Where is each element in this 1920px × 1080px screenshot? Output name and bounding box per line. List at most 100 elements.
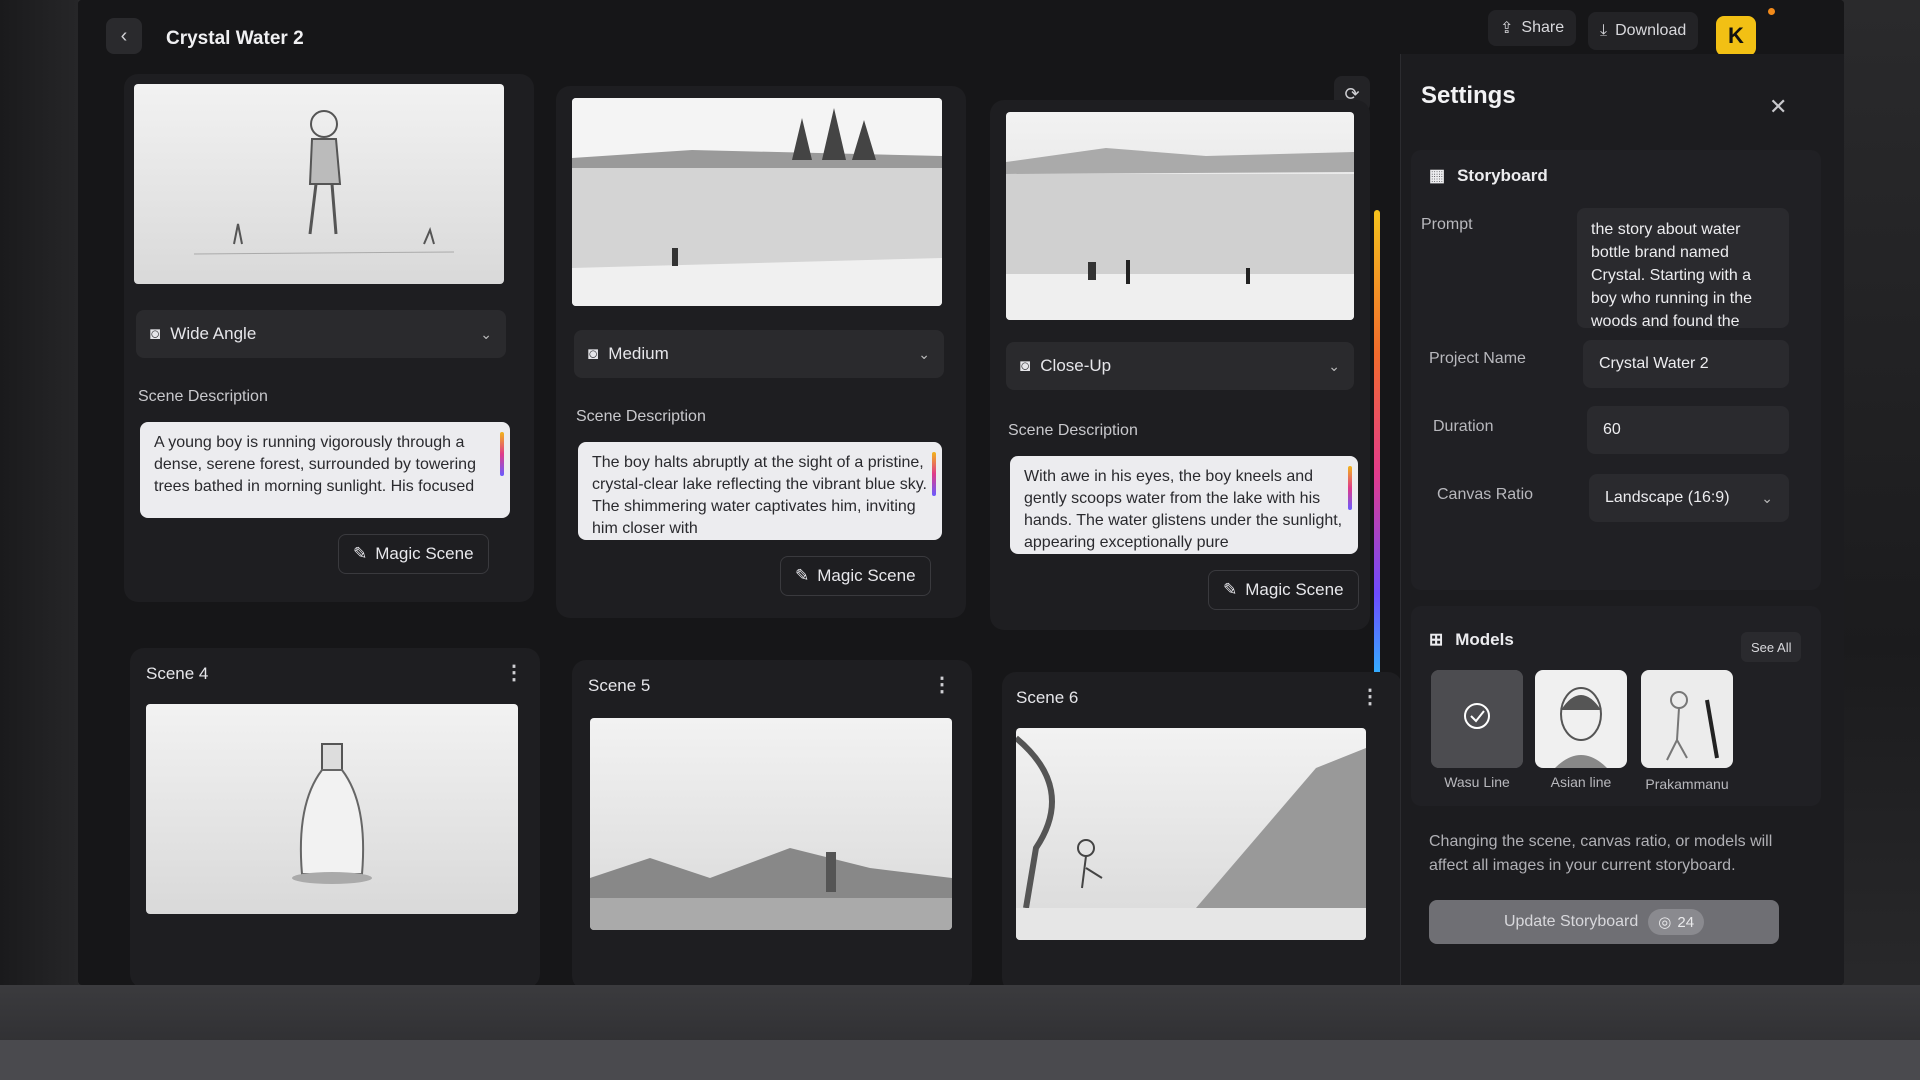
scene-title: Scene 5 bbox=[588, 676, 651, 695]
project-name-field[interactable]: Crystal Water 2 bbox=[1583, 340, 1789, 388]
storyboard-notice: Changing the scene, canvas ratio, or mod… bbox=[1429, 833, 1773, 874]
scene-description-text: The boy halts abruptly at the sight of a… bbox=[592, 454, 927, 537]
scene-image[interactable] bbox=[572, 98, 942, 306]
scene-description-label: Scene Description bbox=[576, 408, 706, 425]
scene-image[interactable] bbox=[1006, 112, 1354, 320]
grid-icon: ▦ bbox=[1429, 166, 1446, 185]
shot-type-select[interactable]: ◙ Medium ⌄ bbox=[574, 330, 944, 378]
monitor-bezel-left bbox=[0, 0, 78, 1080]
scene-description-text: A young boy is running vigorously throug… bbox=[154, 434, 476, 495]
coin-icon: ◎ bbox=[1658, 914, 1672, 931]
back-button[interactable]: ‹ bbox=[106, 18, 142, 54]
model-thumb[interactable] bbox=[1431, 670, 1523, 768]
project-title: Crystal Water 2 bbox=[166, 28, 304, 49]
camera-icon: ◙ bbox=[1020, 356, 1031, 375]
magic-wand-icon: ✎ bbox=[353, 544, 368, 563]
shot-type-select[interactable]: ◙ Close-Up ⌄ bbox=[1006, 342, 1354, 390]
scene-illustration bbox=[193, 110, 455, 255]
shot-type-value: Close-Up bbox=[1040, 356, 1112, 375]
scene-illustration bbox=[1006, 148, 1354, 320]
storyboard-section: ▦ Storyboard Prompt the story about wate… bbox=[1411, 150, 1821, 590]
duration-field[interactable]: 60 bbox=[1587, 406, 1789, 454]
scene-description-label: Scene Description bbox=[138, 388, 268, 405]
model-name: Wasu Line bbox=[1444, 774, 1510, 790]
scene-card: ◙ Medium ⌄ Scene Description The boy hal… bbox=[556, 86, 966, 618]
settings-title: Settings bbox=[1421, 82, 1516, 109]
share-icon: ⇪ bbox=[1500, 20, 1514, 37]
model-preview bbox=[1555, 687, 1607, 768]
shot-type-value: Wide Angle bbox=[170, 324, 257, 343]
text-cursor-accent bbox=[932, 452, 936, 496]
magic-scene-label: Magic Scene bbox=[817, 566, 916, 585]
scene-description-field[interactable]: The boy halts abruptly at the sight of a… bbox=[578, 442, 942, 540]
storyboard-label: Storyboard bbox=[1457, 166, 1548, 185]
prompt-field[interactable]: the story about water bottle brand named… bbox=[1577, 208, 1789, 328]
download-label: Download bbox=[1615, 22, 1687, 39]
app-screen: ‹ Crystal Water 2 ⇪ Share ⤓ Download K ⟳… bbox=[78, 0, 1844, 985]
update-storyboard-button[interactable]: Update Storyboard ◎ 24 bbox=[1429, 900, 1779, 944]
prompt-label: Prompt bbox=[1421, 216, 1473, 233]
camera-icon: ◙ bbox=[150, 324, 161, 343]
magic-scene-label: Magic Scene bbox=[375, 544, 474, 563]
scene-image[interactable] bbox=[590, 718, 952, 930]
scene-description-field[interactable]: A young boy is running vigorously throug… bbox=[140, 422, 510, 518]
magic-wand-icon: ✎ bbox=[795, 566, 810, 585]
scene-description-field[interactable]: With awe in his eyes, the boy kneels and… bbox=[1010, 456, 1358, 554]
chevron-down-icon: ⌄ bbox=[1761, 489, 1773, 506]
chevron-left-icon: ‹ bbox=[120, 24, 128, 47]
shot-type-select[interactable]: ◙ Wide Angle ⌄ bbox=[136, 310, 506, 358]
magic-scene-button[interactable]: ✎ Magic Scene bbox=[338, 534, 489, 574]
scene-card: ◙ Close-Up ⌄ Scene Description With awe … bbox=[990, 100, 1370, 630]
scene-title: Scene 6 bbox=[1016, 688, 1079, 707]
chevron-down-icon: ⌄ bbox=[480, 325, 492, 342]
avatar[interactable]: K bbox=[1716, 16, 1756, 56]
scene-image[interactable] bbox=[134, 84, 504, 284]
canvas-ratio-value: Landscape (16:9) bbox=[1605, 489, 1730, 506]
models-label: Models bbox=[1455, 630, 1514, 649]
notification-dot bbox=[1768, 8, 1775, 15]
camera-icon: ◙ bbox=[588, 344, 599, 363]
chevron-down-icon: ⌄ bbox=[918, 345, 930, 362]
credit-badge: ◎ 24 bbox=[1648, 909, 1705, 935]
model-preview bbox=[1666, 691, 1719, 761]
model-thumb[interactable] bbox=[1641, 670, 1733, 768]
magic-scene-button[interactable]: ✎ Magic Scene bbox=[780, 556, 931, 596]
update-storyboard-label: Update Storyboard bbox=[1503, 913, 1639, 930]
text-cursor-accent bbox=[1348, 466, 1352, 510]
scene-illustration bbox=[1016, 735, 1366, 940]
scene-description-text: With awe in his eyes, the boy kneels and… bbox=[1024, 468, 1343, 551]
download-icon: ⤓ bbox=[1600, 22, 1608, 39]
magic-scene-button[interactable]: ✎ Magic Scene bbox=[1208, 570, 1359, 610]
close-icon[interactable]: ✕ bbox=[1769, 94, 1787, 120]
image-plus-icon: ⊞ bbox=[1429, 630, 1444, 649]
magic-wand-icon: ✎ bbox=[1223, 580, 1238, 599]
more-options-icon[interactable]: ⋮ bbox=[1360, 684, 1380, 709]
share-label: Share bbox=[1521, 19, 1565, 36]
scene-card: Scene 5 ⋮ bbox=[572, 660, 972, 985]
scene-illustration bbox=[590, 848, 952, 930]
scene-card: ◙ Wide Angle ⌄ Scene Description A young… bbox=[124, 74, 534, 602]
more-options-icon[interactable]: ⋮ bbox=[932, 672, 952, 697]
models-section: ⊞ Models See All Wasu Line Asian line Pr… bbox=[1411, 606, 1821, 806]
model-thumb[interactable] bbox=[1535, 670, 1627, 768]
project-name-label: Project Name bbox=[1429, 350, 1526, 367]
canvas-ratio-select[interactable]: Landscape (16:9) ⌄ bbox=[1589, 474, 1789, 522]
see-all-button[interactable]: See All bbox=[1741, 632, 1802, 662]
model-name: Prakammanu bbox=[1645, 776, 1729, 792]
scene-illustration bbox=[572, 98, 942, 306]
scroll-indicator[interactable] bbox=[1374, 210, 1380, 690]
credit-count: 24 bbox=[1677, 913, 1695, 931]
scene-image[interactable] bbox=[1016, 728, 1366, 940]
scene-description-label: Scene Description bbox=[1008, 422, 1138, 439]
models-header: ⊞ Models bbox=[1429, 630, 1514, 650]
share-button[interactable]: ⇪ Share bbox=[1488, 10, 1577, 46]
download-button[interactable]: ⤓ Download bbox=[1588, 12, 1699, 50]
magic-scene-label: Magic Scene bbox=[1245, 580, 1344, 599]
scene-image[interactable] bbox=[146, 704, 518, 914]
canvas-ratio-label: Canvas Ratio bbox=[1437, 486, 1534, 503]
shot-type-value: Medium bbox=[608, 344, 669, 363]
model-name: Asian line bbox=[1550, 774, 1612, 790]
scene-card: Scene 6 ⋮ bbox=[1002, 672, 1402, 985]
more-options-icon[interactable]: ⋮ bbox=[504, 660, 524, 685]
scene-illustration bbox=[292, 743, 372, 884]
